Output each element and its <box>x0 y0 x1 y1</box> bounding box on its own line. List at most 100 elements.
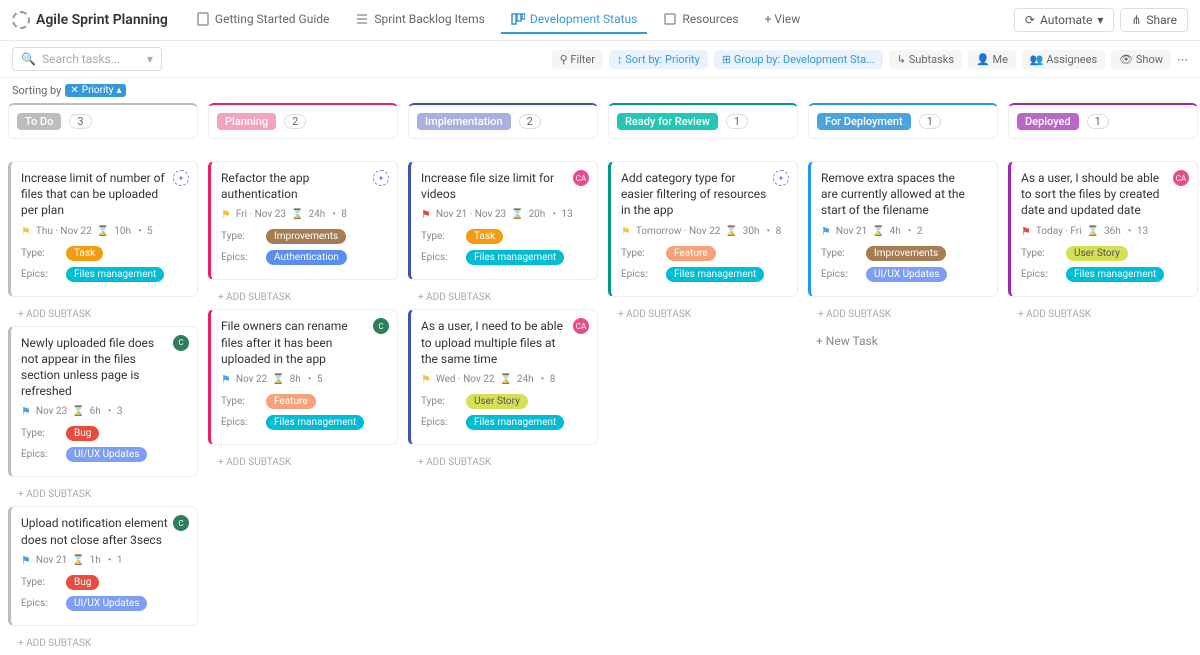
app-icon <box>12 11 30 29</box>
card-meta: ⚑Nov 21⌛4h◔2 <box>821 225 987 238</box>
chevron-down-icon: ▾ <box>147 52 153 66</box>
sort-indicator: Sorting by ✕ Priority ▴ <box>0 78 1200 103</box>
task-card[interactable]: ✦ Refactor the app authentication ⚑Fri ·… <box>208 161 398 280</box>
column-count: 2 <box>284 114 306 129</box>
points-icon: ◔ <box>765 226 771 237</box>
status-pill: Implementation <box>417 113 511 130</box>
add-subtask-button[interactable]: + ADD SUBTASK <box>208 451 398 474</box>
epic-tag: Files management <box>266 415 364 430</box>
card-points: 3 <box>117 406 123 417</box>
add-subtask-button[interactable]: + ADD SUBTASK <box>208 286 398 309</box>
new-task-button[interactable]: + New Task <box>808 326 998 356</box>
card-estimate: 10h <box>114 226 131 237</box>
task-card[interactable]: C File owners can rename files after it … <box>208 309 398 445</box>
epics-label: Epics: <box>421 417 456 428</box>
add-subtask-button[interactable]: + ADD SUBTASK <box>8 483 198 506</box>
status-pill: For Deployment <box>817 113 911 130</box>
type-tag: Task <box>466 229 503 244</box>
board-icon <box>511 12 525 26</box>
avatar[interactable]: CA <box>573 170 589 186</box>
flag-icon: ⚑ <box>21 554 31 567</box>
search-input[interactable]: 🔍Search tasks...▾ <box>12 47 162 71</box>
status-pill: To Do <box>17 113 61 130</box>
add-subtask-button[interactable]: + ADD SUBTASK <box>8 632 198 655</box>
avatar[interactable]: CA <box>1173 170 1189 186</box>
automate-button[interactable]: ⟳Automate▾ <box>1014 8 1114 32</box>
card-estimate: 1h <box>90 555 101 566</box>
list-icon <box>355 12 369 26</box>
add-subtask-button[interactable]: + ADD SUBTASK <box>1008 303 1198 326</box>
type-label: Type: <box>421 396 456 407</box>
epics-label: Epics: <box>21 598 56 609</box>
status-pill: Ready for Review <box>617 113 718 130</box>
group-button[interactable]: ⊞ Group by: Development Sta... <box>714 50 883 69</box>
card-date: Fri · Nov 23 <box>236 209 286 220</box>
card-date: Nov 23 <box>36 406 67 417</box>
toolbar: 🔍Search tasks...▾ ⚲ Filter ↕ Sort by: Pr… <box>0 41 1200 78</box>
share-button[interactable]: ⋔Share <box>1120 8 1188 32</box>
add-subtask-button[interactable]: + ADD SUBTASK <box>808 303 998 326</box>
column-count: 1 <box>1087 114 1109 129</box>
points-icon: ◔ <box>136 226 142 237</box>
tab-getting-started[interactable]: Getting Started Guide <box>186 6 339 34</box>
card-points: 8 <box>341 209 347 220</box>
type-label: Type: <box>1021 248 1056 259</box>
epic-tag: Files management <box>66 267 164 282</box>
task-card[interactable]: ✦ Add category type for easier filtering… <box>608 161 798 297</box>
type-tag: User Story <box>466 394 528 409</box>
task-card[interactable]: C Upload notification element does not c… <box>8 506 198 625</box>
status-pill: Planning <box>217 113 276 130</box>
column-header: Planning 2 <box>208 103 398 139</box>
type-label: Type: <box>221 231 256 242</box>
sort-pill[interactable]: ✕ Priority ▴ <box>65 84 126 97</box>
assign-icon[interactable]: ✦ <box>773 170 789 186</box>
card-title: Newly uploaded file does not appear in t… <box>21 335 187 400</box>
task-card[interactable]: C Newly uploaded file does not appear in… <box>8 326 198 478</box>
card-points: 5 <box>317 374 323 385</box>
filter-button[interactable]: ⚲ Filter <box>552 50 603 69</box>
points-icon: ◔ <box>539 374 545 385</box>
card-points: 8 <box>776 226 782 237</box>
card-meta: ⚑Nov 21 · Nov 23⌛20h◔13 <box>421 208 587 221</box>
epics-label: Epics: <box>21 449 56 460</box>
add-view-button[interactable]: + View <box>755 6 811 34</box>
epic-tag: UI/UX Updates <box>66 447 147 462</box>
tab-resources[interactable]: Resources <box>653 6 748 34</box>
add-subtask-button[interactable]: + ADD SUBTASK <box>408 451 598 474</box>
type-tag: Improvements <box>266 229 346 244</box>
add-subtask-button[interactable]: + ADD SUBTASK <box>8 303 198 326</box>
sort-button[interactable]: ↕ Sort by: Priority <box>609 50 708 69</box>
task-card[interactable]: ✦ Increase limit of number of files that… <box>8 161 198 297</box>
task-card[interactable]: Remove extra spaces the are currently al… <box>808 161 998 297</box>
assignees-button[interactable]: 👥 Assignees <box>1022 50 1105 69</box>
task-card[interactable]: CA Increase file size limit for videos ⚑… <box>408 161 598 280</box>
avatar[interactable]: C <box>173 335 189 351</box>
hourglass-icon: ⌛ <box>97 226 109 237</box>
card-title: As a user, I need to be able to upload m… <box>421 318 587 367</box>
points-icon: ◔ <box>106 406 112 417</box>
flag-icon: ⚑ <box>21 405 31 418</box>
tab-development-status[interactable]: Development Status <box>501 6 648 34</box>
task-card[interactable]: CA As a user, I should be able to sort t… <box>1008 161 1198 297</box>
subtasks-button[interactable]: ↳ Subtasks <box>889 50 962 69</box>
assign-icon[interactable]: ✦ <box>173 170 189 186</box>
show-button[interactable]: 👁 Show <box>1111 50 1171 69</box>
flag-icon: ⚑ <box>621 225 631 238</box>
me-button[interactable]: 👤 Me <box>968 50 1016 69</box>
more-icon[interactable]: ⋯ <box>1177 53 1188 66</box>
add-subtask-button[interactable]: + ADD SUBTASK <box>608 303 798 326</box>
epic-tag: Authentication <box>266 250 347 265</box>
card-points: 13 <box>1137 226 1148 237</box>
card-date: Tomorrow · Nov 22 <box>636 226 720 237</box>
kanban-board: To Do 3 ✦ Increase limit of number of file… <box>0 103 1200 655</box>
epics-label: Epics: <box>621 269 656 280</box>
flag-icon: ⚑ <box>421 373 431 386</box>
column-header: Deployed1 <box>1008 103 1198 139</box>
card-meta: ⚑Wed · Nov 22⌛24h◔8 <box>421 373 587 386</box>
card-meta: ⚑Nov 23⌛6h◔3 <box>21 405 187 418</box>
assign-icon[interactable]: ✦ <box>373 170 389 186</box>
task-card[interactable]: CA As a user, I need to be able to uploa… <box>408 309 598 445</box>
add-subtask-button[interactable]: + ADD SUBTASK <box>408 286 598 309</box>
type-label: Type: <box>21 248 56 259</box>
tab-sprint-backlog[interactable]: Sprint Backlog Items <box>345 6 495 34</box>
